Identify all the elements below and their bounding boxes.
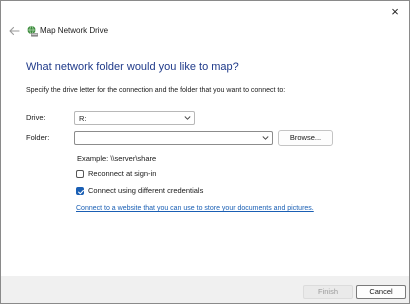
reconnect-checkbox[interactable] bbox=[76, 170, 84, 178]
window-title: Map Network Drive bbox=[40, 26, 109, 35]
drive-select[interactable]: R: bbox=[74, 111, 195, 125]
folder-input[interactable] bbox=[74, 131, 273, 145]
credentials-label: Connect using different credentials bbox=[88, 186, 204, 195]
network-drive-icon bbox=[27, 25, 38, 37]
close-icon: × bbox=[391, 4, 399, 19]
reconnect-label: Reconnect at sign-in bbox=[88, 169, 157, 178]
drive-label: Drive: bbox=[26, 113, 46, 122]
example-text: Example: \\server\share bbox=[77, 154, 157, 163]
browse-button[interactable]: Browse... bbox=[278, 130, 333, 146]
drive-value: R: bbox=[79, 114, 87, 123]
back-button[interactable] bbox=[7, 24, 21, 38]
website-storage-link[interactable]: Connect to a website that you can use to… bbox=[76, 204, 314, 214]
finish-button[interactable]: Finish bbox=[303, 285, 353, 299]
arrow-left-icon bbox=[9, 26, 20, 36]
folder-label: Folder: bbox=[26, 133, 50, 142]
close-button[interactable]: × bbox=[385, 3, 405, 21]
map-network-drive-dialog: × Map Network Drive What network folder … bbox=[0, 0, 410, 304]
credentials-checkbox[interactable] bbox=[76, 187, 84, 195]
checkmark-icon bbox=[78, 189, 84, 195]
page-heading: What network folder would you like to ma… bbox=[26, 61, 239, 73]
chevron-down-icon bbox=[184, 116, 191, 120]
instructions-text: Specify the drive letter for the connect… bbox=[26, 87, 286, 94]
cancel-button[interactable]: Cancel bbox=[356, 285, 406, 299]
chevron-down-icon bbox=[262, 136, 269, 140]
